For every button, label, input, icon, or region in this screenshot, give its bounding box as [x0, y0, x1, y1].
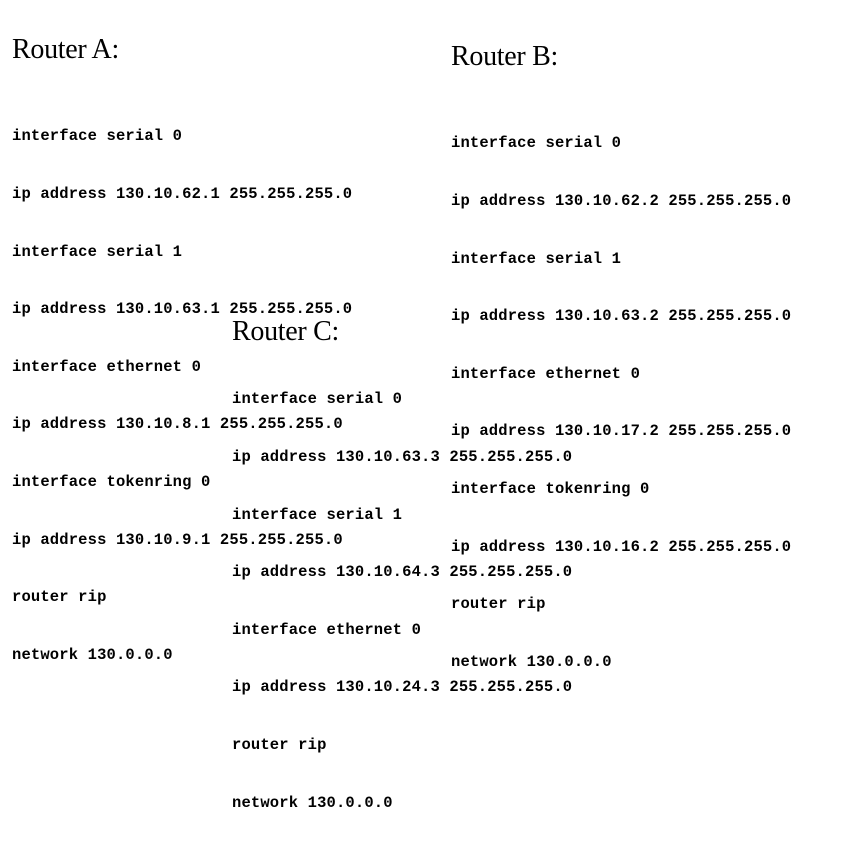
- config-line: interface serial 1: [451, 249, 622, 268]
- config-line: interface serial 1: [12, 242, 183, 261]
- config-line: interface serial 0: [232, 390, 403, 409]
- config-line: interface serial 0: [451, 134, 622, 153]
- router-b-title: Router B:: [451, 41, 558, 72]
- config-line: ip address 130.10.62.2 255.255.255.0: [451, 192, 792, 211]
- router-c-config-lines: interface serial 0 ip address 130.10.63.…: [232, 352, 572, 851]
- config-line: interface ethernet 0: [232, 620, 422, 639]
- config-line: ip address 130.10.24.3 255.255.255.0: [232, 678, 573, 697]
- config-line: router rip: [232, 736, 327, 755]
- router-c-config: Router C: interface serial 0 ip address …: [232, 316, 572, 851]
- config-line: ip address 130.10.62.1 255.255.255.0: [12, 185, 353, 204]
- config-line: interface serial 1: [232, 505, 403, 524]
- config-line: network 130.0.0.0: [232, 793, 393, 812]
- config-line: interface serial 0: [12, 127, 183, 146]
- router-c-title: Router C:: [232, 316, 339, 347]
- config-line: ip address 130.10.63.3 255.255.255.0: [232, 448, 573, 467]
- router-a-title: Router A:: [12, 34, 119, 65]
- config-line: ip address 130.10.64.3 255.255.255.0: [232, 563, 573, 582]
